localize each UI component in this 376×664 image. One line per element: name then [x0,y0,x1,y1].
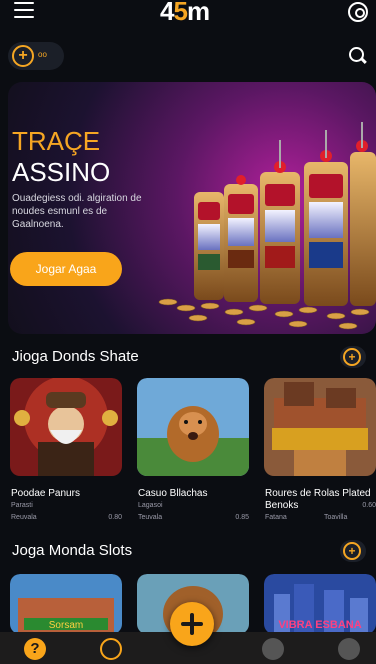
section-title: Jioga Donds Shate [12,348,139,365]
game-thumbnail: Sorsam [10,574,122,634]
game-card[interactable]: Casuo Bllachas Lagasoi Teuvala 0.85 [137,378,249,526]
balance-button[interactable]: + oo [8,42,64,70]
slot-machines-illustration [158,122,376,330]
gamepad-icon[interactable] [262,638,284,660]
rtp-value: 0.60 [362,502,376,509]
game-title: Poodae Panurs [11,488,80,499]
play-now-button[interactable]: Jogar Agaa [10,252,122,286]
game-card[interactable]: VIBRA ESBANA [264,574,376,634]
hero-subtitle: ASSINO [12,157,111,187]
section-more-button[interactable]: + [340,540,366,562]
game-card[interactable]: Sorsam [10,574,122,634]
coin-icon: + [12,45,34,67]
game-thumbnail: VIBRA ESBANA [264,574,376,634]
profile-icon[interactable] [348,2,368,22]
rtp-value: 0.80 [108,514,122,521]
rtp-label: Teuvala [138,514,163,521]
logo[interactable]: 45m [160,0,210,27]
logo-part: 5 [173,0,188,26]
logo-part: m [186,0,210,26]
rtp-label: Toavilla [324,514,348,521]
wallet-icon[interactable] [100,638,122,660]
game-title: Roures de Rolas Plated Benoks [265,488,371,511]
deposit-plus-icon[interactable] [170,602,214,646]
rtp-value: 0.85 [235,514,249,521]
help-icon[interactable]: ? [24,638,46,660]
logo-part: 4 [160,0,175,26]
game-card[interactable]: Poodae Panurs Parasti Reuvala 0.80 [10,378,122,526]
game-provider: Parasti [11,502,33,509]
section-title: Joga Monda Slots [12,542,133,559]
balance-amount: oo [38,50,47,59]
top-bar: 45m [0,0,376,30]
game-title: Casuo Bllachas [138,488,208,499]
section-more-button[interactable]: + [340,346,366,368]
hero-description: Ouadegiess odi. algiration de noudes esm… [12,193,142,230]
game-card[interactable]: Roures de Rolas Plated Benoks Fatana Toa… [264,378,376,526]
search-icon[interactable] [348,46,368,66]
game-thumbnail [264,378,376,476]
game-thumbnail [137,378,249,476]
settings-icon[interactable] [338,638,360,660]
game-title: VIBRA ESBANA [278,619,361,631]
hero-title: TRAÇE [12,126,101,156]
hero-banner[interactable]: TRAÇE ASSINO Ouadegiess odi. algiration … [8,82,376,334]
game-provider: Lagasoi [138,502,163,509]
rtp-label: Reuvala [11,514,37,521]
hamburger-icon[interactable] [14,2,34,18]
game-thumbnail [10,378,122,476]
game-title: Sorsam [49,620,83,631]
game-provider: Fatana [265,514,287,521]
